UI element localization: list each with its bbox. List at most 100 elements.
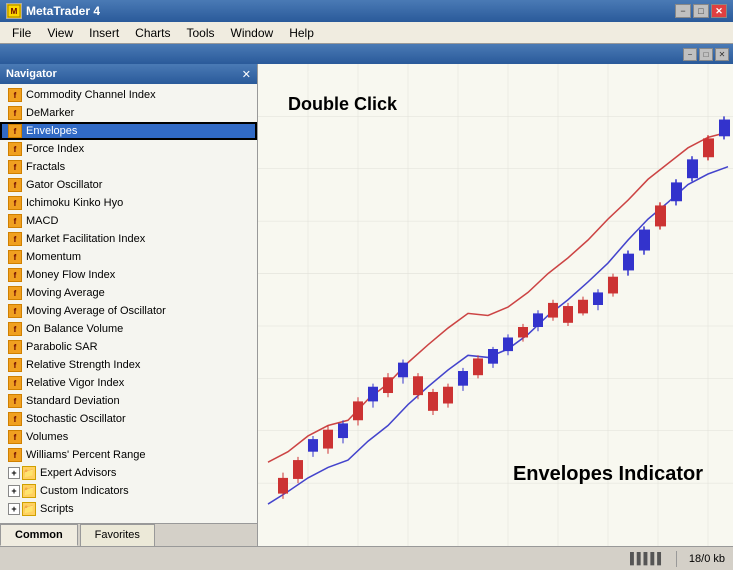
menu-view[interactable]: View <box>39 24 81 42</box>
nav-item[interactable]: +📁Expert Advisors <box>0 464 257 482</box>
inner-maximize-button[interactable]: □ <box>699 48 713 61</box>
chart-area[interactable]: Double Click Envelopes Indicator <box>258 64 733 546</box>
navigator-header: Navigator ✕ <box>0 64 257 84</box>
navigator-list: fCommodity Channel IndexfDeMarkerfEnvelo… <box>0 84 257 523</box>
svg-text:M: M <box>11 7 18 16</box>
maximize-button[interactable]: □ <box>693 4 709 18</box>
nav-item[interactable]: fMoving Average <box>0 284 257 302</box>
menu-file[interactable]: File <box>4 24 39 42</box>
indicator-icon: f <box>8 448 22 462</box>
nav-item-label: Fractals <box>26 161 65 173</box>
nav-item-label: Commodity Channel Index <box>26 89 156 101</box>
nav-item-label: Parabolic SAR <box>26 341 98 353</box>
nav-item[interactable]: f On Balance Volume <box>0 320 257 338</box>
menu-help[interactable]: Help <box>281 24 322 42</box>
nav-item-label: Scripts <box>40 503 74 515</box>
main-area: Navigator ✕ fCommodity Channel IndexfDeM… <box>0 64 733 546</box>
nav-item[interactable]: f Money Flow Index <box>0 266 257 284</box>
inner-close-button[interactable]: ✕ <box>715 48 729 61</box>
indicator-icon: f <box>8 250 22 264</box>
indicator-icon: f <box>8 376 22 390</box>
indicator-icon: f <box>8 322 22 336</box>
indicator-icon: f <box>8 358 22 372</box>
nav-item-label: Market Facilitation Index <box>26 233 145 245</box>
indicator-icon: f <box>8 430 22 444</box>
nav-item[interactable]: +📁Custom Indicators <box>0 482 257 500</box>
nav-item[interactable]: f Relative Vigor Index <box>0 374 257 392</box>
nav-item[interactable]: f MACD <box>0 212 257 230</box>
menu-bar: File View Insert Charts Tools Window Hel… <box>0 22 733 44</box>
status-bar: ▌▌▌▌▌ 18/0 kb <box>0 546 733 570</box>
nav-item[interactable]: +📁 Scripts <box>0 500 257 518</box>
nav-item[interactable]: fDeMarker <box>0 104 257 122</box>
menu-charts[interactable]: Charts <box>127 24 178 42</box>
expand-icon: + <box>8 467 20 479</box>
nav-item[interactable]: f Market Facilitation Index <box>0 230 257 248</box>
nav-item-label: Relative Strength Index <box>26 359 140 371</box>
nav-item[interactable]: f Relative Strength Index <box>0 356 257 374</box>
indicator-icon: f <box>8 286 22 300</box>
indicator-icon: f <box>8 196 22 210</box>
nav-item-label: Momentum <box>26 251 81 263</box>
nav-item[interactable]: f Moving Average of Oscillator <box>0 302 257 320</box>
nav-item-label: Money Flow Index <box>26 269 115 281</box>
nav-item-label: Ichimoku Kinko Hyo <box>26 197 123 209</box>
indicator-icon: f <box>8 340 22 354</box>
nav-item-label: Envelopes <box>26 125 77 137</box>
nav-item-label: Relative Vigor Index <box>26 377 124 389</box>
indicator-icon: f <box>8 232 22 246</box>
indicator-icon: f <box>8 304 22 318</box>
nav-item[interactable]: f Fractals <box>0 158 257 176</box>
indicator-icon: f <box>8 178 22 192</box>
nav-item[interactable]: f Gator Oscillator <box>0 176 257 194</box>
menu-insert[interactable]: Insert <box>81 24 127 42</box>
indicator-icon: f <box>8 142 22 156</box>
inner-minimize-button[interactable]: − <box>683 48 697 61</box>
indicator-icon: f <box>8 268 22 282</box>
close-button[interactable]: ✕ <box>711 4 727 18</box>
title-bar: M MetaTrader 4 − □ ✕ <box>0 0 733 22</box>
navigator-panel: Navigator ✕ fCommodity Channel IndexfDeM… <box>0 64 258 546</box>
navigator-tabs: Common Favorites <box>0 523 257 546</box>
nav-item[interactable]: f Parabolic SAR <box>0 338 257 356</box>
nav-item-label: Expert Advisors <box>40 467 116 479</box>
nav-item-label: Moving Average of Oscillator <box>26 305 166 317</box>
nav-item[interactable]: fForce Index <box>0 140 257 158</box>
title-bar-controls: − □ ✕ <box>675 4 727 18</box>
nav-item-label: Williams' Percent Range <box>26 449 145 461</box>
navigator-close-button[interactable]: ✕ <box>242 68 251 81</box>
nav-item-label: Custom Indicators <box>40 485 129 497</box>
nav-item[interactable]: f Williams' Percent Range <box>0 446 257 464</box>
nav-item[interactable]: f Momentum <box>0 248 257 266</box>
nav-item[interactable]: fEnvelopes <box>0 122 257 140</box>
app-icon: M <box>6 3 22 19</box>
inner-controls: − □ ✕ <box>683 48 729 61</box>
nav-item-label: Gator Oscillator <box>26 179 102 191</box>
nav-item[interactable]: f Volumes <box>0 428 257 446</box>
tab-common[interactable]: Common <box>0 524 78 546</box>
minimize-button[interactable]: − <box>675 4 691 18</box>
expand-icon: + <box>8 485 20 497</box>
inner-title-bar: − □ ✕ <box>0 44 733 64</box>
nav-item-label: Volumes <box>26 431 68 443</box>
menu-tools[interactable]: Tools <box>179 24 223 42</box>
nav-item[interactable]: f Commodity Channel Index <box>0 86 257 104</box>
nav-item[interactable]: fStandard Deviation <box>0 392 257 410</box>
folder-icon: 📁 <box>22 502 36 516</box>
nav-item-label: On Balance Volume <box>26 323 123 335</box>
tab-favorites[interactable]: Favorites <box>80 524 155 546</box>
nav-item[interactable]: f Ichimoku Kinko Hyo <box>0 194 257 212</box>
indicator-icon: f <box>8 412 22 426</box>
nav-item-label: Stochastic Oscillator <box>26 413 126 425</box>
nav-item-label: Standard Deviation <box>26 395 120 407</box>
nav-item-label: DeMarker <box>26 107 74 119</box>
indicator-icon: f <box>8 88 22 102</box>
nav-item[interactable]: f Stochastic Oscillator <box>0 410 257 428</box>
chart-status-icon: ▌▌▌▌▌ <box>630 553 664 565</box>
expand-icon: + <box>8 503 20 515</box>
indicator-icon: f <box>8 160 22 174</box>
menu-window[interactable]: Window <box>223 24 282 42</box>
indicator-icon: f <box>8 214 22 228</box>
navigator-title: Navigator <box>6 68 57 80</box>
nav-item-label: MACD <box>26 215 58 227</box>
